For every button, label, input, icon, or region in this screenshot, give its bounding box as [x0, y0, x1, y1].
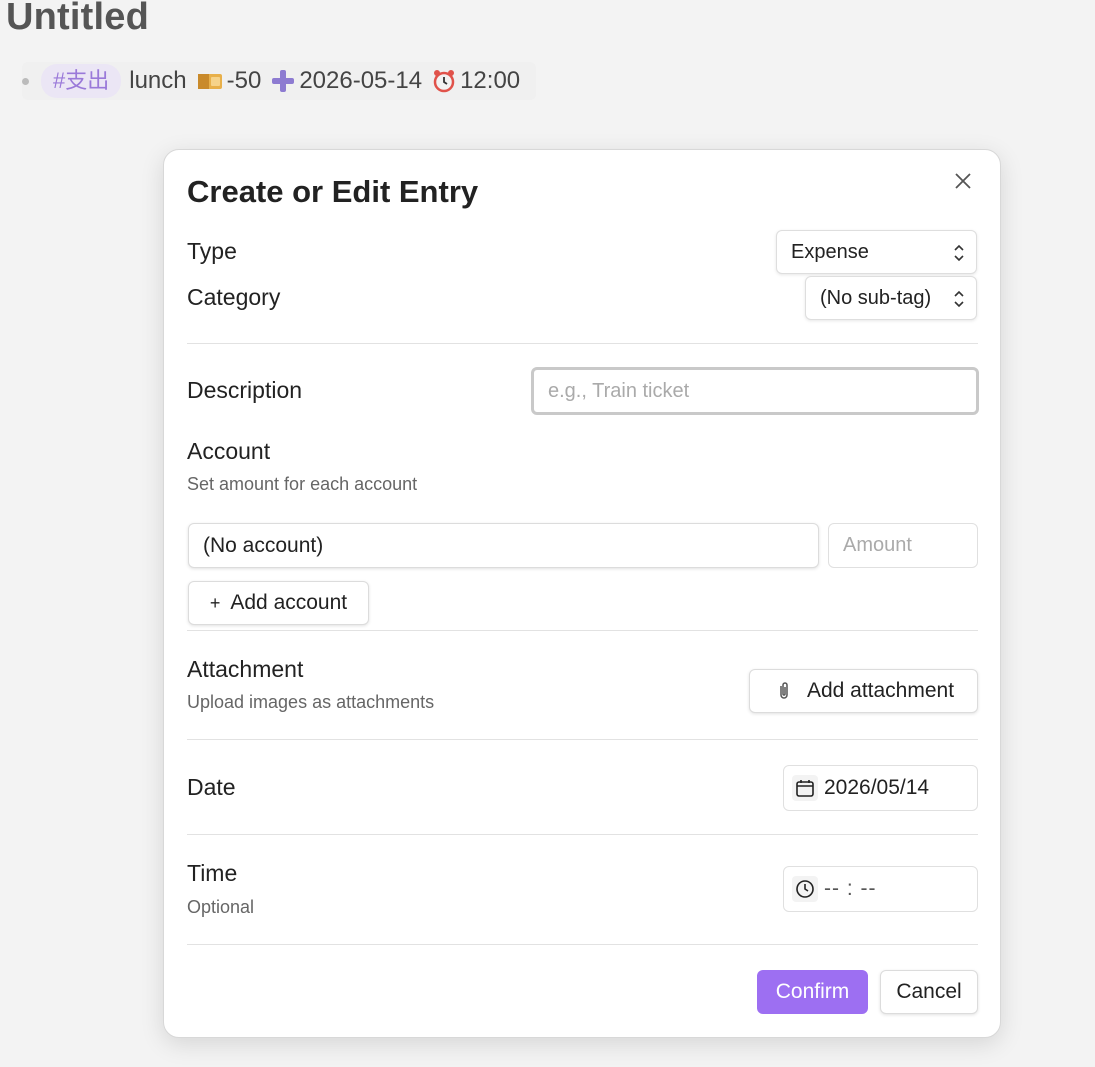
divider — [187, 739, 978, 740]
add-attachment-button[interactable]: Add attachment — [749, 669, 978, 713]
divider — [187, 834, 978, 835]
entry-time: 12:00 — [460, 67, 521, 94]
entry-date: 2026-05-14 — [299, 67, 423, 94]
type-value: Expense — [791, 240, 869, 263]
time-hint: Optional — [187, 897, 255, 917]
time-label: Time — [187, 860, 238, 886]
type-label: Type — [187, 238, 237, 264]
entry-line[interactable]: #支出 lunch -50 2026-05-14 12:00 — [22, 62, 537, 100]
date-value: 2026/05/14 — [824, 776, 930, 799]
bullet-dot — [22, 77, 29, 85]
page-title: Untitled — [6, 0, 150, 38]
account-select[interactable]: (No account) — [188, 523, 819, 568]
modal-title: Create or Edit Entry — [187, 174, 479, 209]
attachment-hint: Upload images as attachments — [187, 692, 435, 712]
expense-tag[interactable]: #支出 — [41, 64, 122, 98]
close-button[interactable] — [948, 166, 978, 196]
add-account-label: Add account — [230, 591, 348, 614]
wallet-icon — [197, 70, 223, 92]
divider — [187, 944, 978, 945]
select-chevron-icon — [954, 290, 964, 308]
add-account-button[interactable]: + Add account — [188, 581, 369, 625]
paperclip-icon — [780, 682, 788, 699]
date-input[interactable]: 2026/05/14 — [783, 765, 978, 811]
divider — [187, 343, 978, 344]
entry-modal: Create or Edit Entry Type Expense Catego… — [163, 149, 1001, 1038]
category-value: (No sub-tag) — [820, 286, 932, 309]
plus-cross-icon — [271, 69, 295, 93]
category-label: Category — [187, 284, 281, 310]
description-label: Description — [187, 377, 303, 403]
calendar-icon[interactable] — [792, 775, 818, 801]
divider — [187, 630, 978, 631]
category-select[interactable]: (No sub-tag) — [805, 276, 977, 320]
add-attachment-label: Add attachment — [806, 679, 955, 702]
time-value: -- : -- — [824, 877, 877, 900]
plus-icon: + — [209, 592, 221, 613]
date-label: Date — [187, 774, 236, 800]
entry-description: lunch — [129, 67, 187, 94]
amount-input[interactable]: Amount — [828, 523, 978, 568]
alarm-clock-icon — [432, 69, 456, 93]
cancel-button[interactable]: Cancel — [880, 970, 978, 1014]
account-hint: Set amount for each account — [187, 474, 418, 494]
account-label: Account — [187, 438, 271, 464]
entry-amount: -50 — [226, 67, 262, 94]
clock-icon[interactable] — [792, 876, 818, 902]
type-select[interactable]: Expense — [776, 230, 977, 274]
attachment-label: Attachment — [187, 656, 304, 682]
confirm-button[interactable]: Confirm — [757, 970, 868, 1014]
select-chevron-icon — [954, 244, 964, 262]
close-icon — [955, 173, 971, 189]
description-input[interactable]: e.g., Train ticket — [531, 367, 979, 415]
time-input[interactable]: -- : -- — [783, 866, 978, 912]
